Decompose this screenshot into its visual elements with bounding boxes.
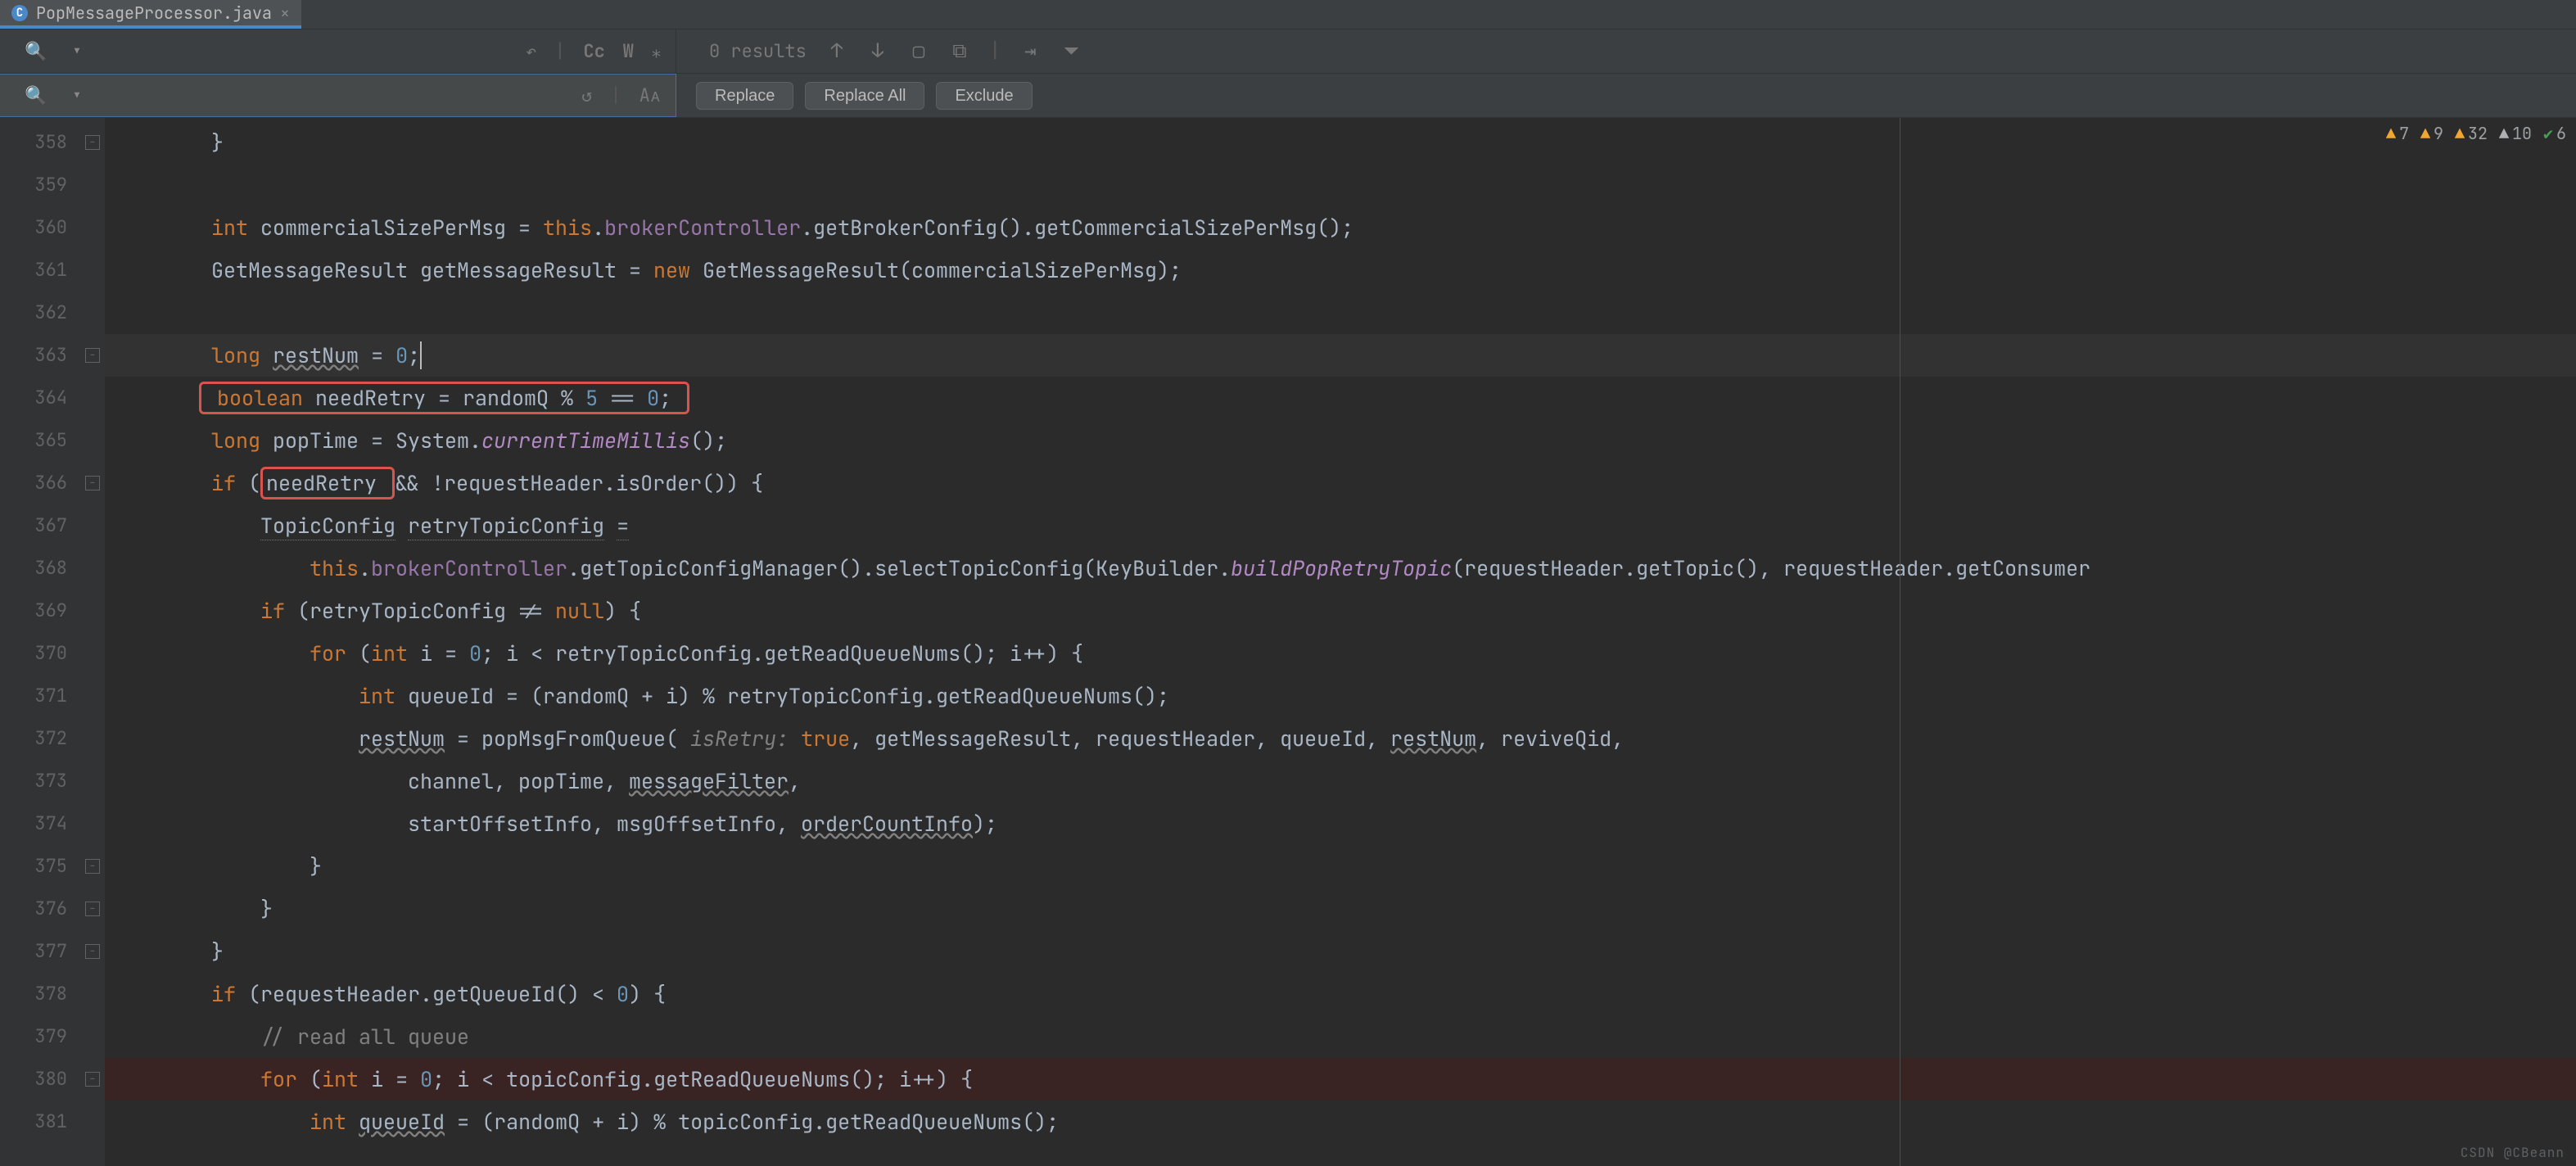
select-all-icon[interactable]: ▢ bbox=[907, 38, 930, 64]
exclude-button[interactable]: Exclude bbox=[936, 82, 1032, 110]
line-number[interactable]: 376 bbox=[0, 888, 67, 930]
code-line[interactable]: } bbox=[105, 888, 2576, 930]
code-line[interactable]: int commercialSizePerMsg = this.brokerCo… bbox=[105, 206, 2576, 249]
line-number[interactable]: 371 bbox=[0, 675, 67, 717]
line-number[interactable]: 360 bbox=[0, 206, 67, 249]
inspection-summary[interactable]: ▲7 ▲9 ▲32 ▲10 ✔6 bbox=[2386, 123, 2566, 144]
line-number[interactable]: 380 bbox=[0, 1058, 67, 1100]
code-line[interactable]: for (int i = 0; i < topicConfig.getReadQ… bbox=[105, 1058, 2576, 1100]
line-number[interactable]: 359 bbox=[0, 164, 67, 206]
code-line[interactable]: long restNum = 0; bbox=[105, 334, 2576, 377]
code-line[interactable]: if (retryTopicConfig != null) { bbox=[105, 590, 2576, 632]
preserve-case-toggle[interactable]: Aᴀ bbox=[639, 84, 661, 107]
code-line[interactable]: boolean needRetry = randomQ % 5 == 0; bbox=[105, 377, 2576, 419]
code-line[interactable]: // read all queue bbox=[105, 1015, 2576, 1058]
replace-history-dropdown[interactable]: ▾ bbox=[71, 84, 82, 107]
collapse-icon[interactable]: ⇥ bbox=[1019, 38, 1042, 64]
results-count: 0 results bbox=[709, 39, 807, 63]
code-line[interactable]: TopicConfig retryTopicConfig = bbox=[105, 504, 2576, 547]
code-line[interactable]: if (requestHeader.getQueueId() < 0) { bbox=[105, 973, 2576, 1015]
fold-toggle-icon[interactable]: − bbox=[85, 902, 100, 916]
code-line[interactable]: this.brokerController.getTopicConfigMana… bbox=[105, 547, 2576, 590]
inspection-indicator[interactable]: ▲32 bbox=[2455, 123, 2488, 144]
code-line[interactable]: startOffsetInfo, msgOffsetInfo, orderCou… bbox=[105, 802, 2576, 845]
filter-icon[interactable]: ⏷ bbox=[1060, 38, 1082, 64]
code-line[interactable]: if (needRetry && !requestHeader.isOrder(… bbox=[105, 462, 2576, 504]
search-history-dropdown[interactable]: ▾ bbox=[71, 39, 82, 63]
find-bar: 🔍 ▾ ↶ | Cc W ⁎ 0 results ↑ ↓ ▢ ⧉ | ⇥ ⏷ bbox=[0, 29, 2576, 74]
replace-icon[interactable]: 🔍 bbox=[25, 84, 47, 107]
fold-toggle-icon[interactable]: − bbox=[85, 944, 100, 959]
next-match-icon[interactable]: ↓ bbox=[866, 38, 889, 64]
line-number[interactable]: 365 bbox=[0, 419, 67, 462]
code-line[interactable]: } bbox=[105, 930, 2576, 973]
code-line[interactable]: restNum = popMsgFromQueue( isRetry: true… bbox=[105, 717, 2576, 760]
line-number[interactable]: 369 bbox=[0, 590, 67, 632]
regex-toggle[interactable]: ⁎ bbox=[652, 39, 661, 63]
line-number[interactable]: 366 bbox=[0, 462, 67, 504]
line-number[interactable]: 372 bbox=[0, 717, 67, 760]
whole-word-toggle[interactable]: W bbox=[623, 39, 634, 63]
editor[interactable]: 3583593603613623633643653663673683693703… bbox=[0, 118, 2576, 1166]
line-number[interactable]: 370 bbox=[0, 632, 67, 675]
inspection-indicator[interactable]: ▲10 bbox=[2499, 123, 2532, 144]
code-line[interactable]: } bbox=[105, 121, 2576, 164]
match-case-toggle[interactable]: Cc bbox=[583, 39, 604, 63]
code-line[interactable] bbox=[105, 164, 2576, 206]
inspection-indicator[interactable]: ▲9 bbox=[2420, 123, 2443, 144]
line-number[interactable]: 373 bbox=[0, 760, 67, 802]
fold-column[interactable]: − − − − − − − bbox=[82, 118, 105, 1166]
line-number[interactable]: 358 bbox=[0, 121, 67, 164]
line-number[interactable]: 381 bbox=[0, 1100, 67, 1143]
line-number[interactable]: 374 bbox=[0, 802, 67, 845]
tab-label: PopMessageProcessor.java bbox=[36, 2, 272, 24]
line-number[interactable]: 377 bbox=[0, 930, 67, 973]
replace-bar: 🔍 ▾ ↺ | Aᴀ Replace Replace All Exclude bbox=[0, 74, 2576, 118]
code-line[interactable]: channel, popTime, messageFilter, bbox=[105, 760, 2576, 802]
fold-toggle-icon[interactable]: − bbox=[85, 135, 100, 150]
fold-toggle-icon[interactable]: − bbox=[85, 1072, 100, 1087]
line-number[interactable]: 362 bbox=[0, 292, 67, 334]
code-line[interactable]: long popTime = System.currentTimeMillis(… bbox=[105, 419, 2576, 462]
search-icon[interactable]: 🔍 bbox=[25, 39, 47, 63]
replace-button[interactable]: Replace bbox=[696, 82, 793, 110]
gutter[interactable]: 3583593603613623633643653663673683693703… bbox=[0, 118, 82, 1166]
line-number[interactable]: 361 bbox=[0, 249, 67, 292]
find-input[interactable] bbox=[83, 41, 526, 62]
prev-match-icon[interactable]: ↑ bbox=[825, 38, 848, 64]
watermark: CSDN @CBeann bbox=[2461, 1144, 2565, 1161]
inspection-indicator[interactable]: ✔6 bbox=[2543, 123, 2566, 144]
file-tab[interactable]: C PopMessageProcessor.java × bbox=[0, 0, 301, 29]
fold-toggle-icon[interactable]: − bbox=[85, 348, 100, 363]
code-line[interactable]: int queueId = (randomQ + i) % topicConfi… bbox=[105, 1100, 2576, 1143]
inspection-indicator[interactable]: ▲7 bbox=[2386, 123, 2409, 144]
undo-replace-icon[interactable]: ↺ bbox=[581, 84, 592, 107]
line-number[interactable]: 375 bbox=[0, 845, 67, 888]
code-area[interactable]: ▲7 ▲9 ▲32 ▲10 ✔6 } int commercialSizePerMsg … bbox=[105, 118, 2576, 1166]
line-number[interactable]: 363 bbox=[0, 334, 67, 377]
replace-input[interactable] bbox=[83, 85, 582, 106]
java-class-icon: C bbox=[11, 5, 28, 21]
prev-search-icon[interactable]: ↶ bbox=[526, 39, 536, 63]
line-number[interactable]: 379 bbox=[0, 1015, 67, 1058]
code-line[interactable] bbox=[105, 292, 2576, 334]
line-number[interactable]: 368 bbox=[0, 547, 67, 590]
code-line[interactable]: } bbox=[105, 845, 2576, 888]
replace-all-button[interactable]: Replace All bbox=[805, 82, 924, 110]
add-selection-icon[interactable]: ⧉ bbox=[948, 38, 971, 64]
code-line[interactable]: GetMessageResult getMessageResult = new … bbox=[105, 249, 2576, 292]
close-icon[interactable]: × bbox=[280, 2, 290, 24]
code-line[interactable]: for (int i = 0; i < retryTopicConfig.get… bbox=[105, 632, 2576, 675]
fold-toggle-icon[interactable]: − bbox=[85, 476, 100, 490]
line-number[interactable]: 378 bbox=[0, 973, 67, 1015]
fold-toggle-icon[interactable]: − bbox=[85, 859, 100, 874]
line-number[interactable]: 367 bbox=[0, 504, 67, 547]
line-number[interactable]: 364 bbox=[0, 377, 67, 419]
tab-bar: C PopMessageProcessor.java × bbox=[0, 0, 2576, 29]
code-line[interactable]: int queueId = (randomQ + i) % retryTopic… bbox=[105, 675, 2576, 717]
